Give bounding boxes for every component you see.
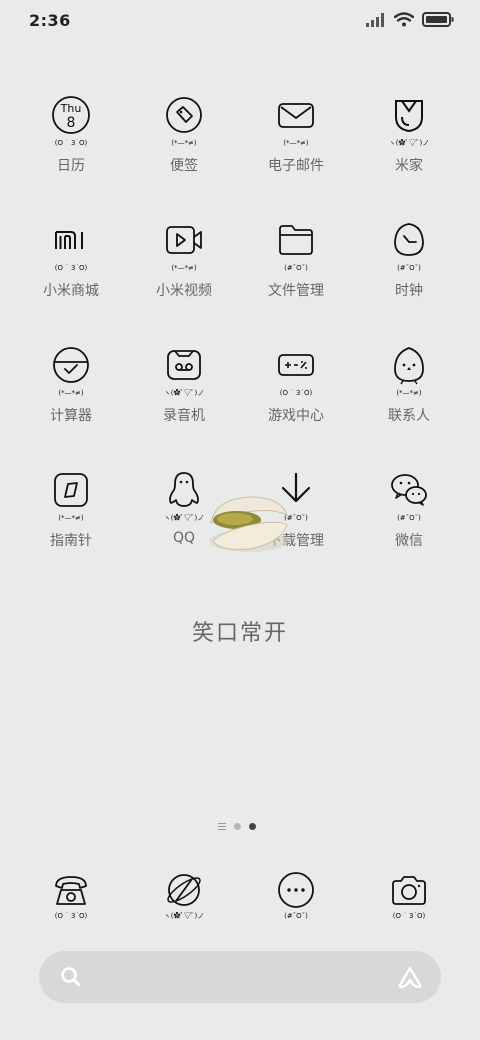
- app-label: 游戏中心: [268, 408, 324, 424]
- app-label: 米家: [395, 158, 423, 174]
- app-label: 计算器: [50, 408, 92, 424]
- assistant-icon[interactable]: [397, 965, 423, 989]
- kaomoji: (*—*≠): [396, 389, 422, 397]
- app-label: 指南针: [50, 533, 92, 549]
- page-dot-2-active: [249, 823, 256, 830]
- svg-text:8: 8: [67, 115, 76, 131]
- dock: (O ˙ 3˙O) ヽ(✿ﾟ▽ﾟ)ノ (#ˇOˇ) (O ˙ 3˙O): [0, 870, 480, 930]
- app-label: 联系人: [388, 408, 430, 424]
- signal-icon: [366, 12, 384, 27]
- app-label: 文件管理: [268, 283, 324, 299]
- widget-page-icon: [218, 823, 226, 830]
- page-dot-1: [234, 823, 241, 830]
- app-wechat[interactable]: (#ˇOˇ) 微信: [353, 470, 465, 550]
- svg-text:Thu: Thu: [60, 102, 82, 115]
- calendar-icon: Thu 8: [52, 96, 90, 134]
- folder-icon: [279, 225, 313, 255]
- search-icon: [61, 967, 81, 987]
- dock-phone[interactable]: (O ˙ 3˙O): [15, 870, 127, 922]
- dock-camera[interactable]: (O ˙ 3˙O): [353, 870, 465, 922]
- app-mijia[interactable]: ヽ(✿ﾟ▽ﾟ)ノ 米家: [353, 95, 465, 175]
- wechat-icon: [391, 474, 427, 506]
- kaomoji: (O ˙ 3˙O): [54, 912, 88, 920]
- clock-icon: [394, 223, 424, 256]
- mijia-icon: [395, 100, 423, 133]
- wifi-icon: [394, 12, 414, 27]
- kaomoji: (*—*≠): [58, 389, 84, 397]
- app-label: 日历: [57, 158, 85, 174]
- mi-store-icon: [55, 231, 83, 249]
- video-icon: [166, 226, 202, 254]
- kaomoji: (O ˙ 3˙O): [54, 139, 88, 147]
- kaomoji: (O ˙ 3˙O): [392, 912, 426, 920]
- app-label: 电子邮件: [268, 158, 324, 174]
- status-icons: [366, 12, 454, 27]
- gamepad-icon: [278, 354, 314, 376]
- battery-icon: [422, 12, 454, 27]
- dock-messages[interactable]: (#ˇOˇ): [240, 870, 352, 922]
- app-files[interactable]: (#ˇOˇ) 文件管理: [240, 220, 352, 300]
- kaomoji: (#ˇOˇ): [397, 264, 421, 272]
- kaomoji: (O ˙ 3˙O): [54, 264, 88, 272]
- kaomoji: ヽ(✿ﾟ▽ﾟ)ノ: [163, 912, 205, 920]
- penguin-icon: [169, 472, 199, 507]
- mail-icon: [278, 103, 314, 128]
- app-notes[interactable]: (*—*≠) 便签: [128, 95, 240, 175]
- recorder-icon: [167, 350, 201, 380]
- contacts-icon: [394, 347, 424, 385]
- kaomoji: (*—*≠): [283, 139, 309, 147]
- page-indicator[interactable]: [218, 823, 256, 830]
- widget-text: 笑口常开: [191, 621, 288, 646]
- status-bar: 2:36: [0, 0, 480, 40]
- app-label: 小米商城: [43, 283, 99, 299]
- compass-icon: [54, 473, 88, 507]
- kaomoji: (#ˇOˇ): [284, 912, 308, 920]
- app-compass[interactable]: (*—*≠) 指南针: [15, 470, 127, 550]
- app-calculator[interactable]: (*—*≠) 计算器: [15, 345, 127, 425]
- messages-icon: [278, 872, 314, 908]
- app-label: 微信: [395, 533, 423, 549]
- app-label: 时钟: [395, 283, 423, 299]
- pistachio-sticker: [209, 496, 289, 552]
- notes-icon: [166, 97, 202, 133]
- app-recorder[interactable]: ヽ(✿ﾟ▽ﾟ)ノ 录音机: [128, 345, 240, 425]
- app-mi-store[interactable]: (O ˙ 3˙O) 小米商城: [15, 220, 127, 300]
- kaomoji: (*—*≠): [58, 514, 84, 522]
- phone-icon: [55, 876, 87, 905]
- dock-browser[interactable]: ヽ(✿ﾟ▽ﾟ)ノ: [128, 870, 240, 922]
- calculator-icon: [53, 347, 89, 383]
- app-label: 录音机: [163, 408, 205, 424]
- app-contacts[interactable]: (*—*≠) 联系人: [353, 345, 465, 425]
- app-game-center[interactable]: (O ˙ 3˙O) 游戏中心: [240, 345, 352, 425]
- kaomoji: (*—*≠): [171, 264, 197, 272]
- app-mail[interactable]: (*—*≠) 电子邮件: [240, 95, 352, 175]
- app-clock[interactable]: (#ˇOˇ) 时钟: [353, 220, 465, 300]
- app-calendar[interactable]: Thu 8 (O ˙ 3˙O) 日历: [15, 95, 127, 175]
- kaomoji: (#ˇOˇ): [397, 514, 421, 522]
- browser-icon: [167, 874, 201, 906]
- clock-time: 2:36: [29, 11, 71, 30]
- kaomoji: (*—*≠): [171, 139, 197, 147]
- kaomoji: ヽ(✿ﾟ▽ﾟ)ノ: [163, 389, 205, 397]
- camera-icon: [392, 876, 426, 905]
- app-label: 小米视频: [156, 283, 212, 299]
- kaomoji: (O ˙ 3˙O): [279, 389, 313, 397]
- app-video[interactable]: (*—*≠) 小米视频: [128, 220, 240, 300]
- kaomoji: (#ˇOˇ): [284, 264, 308, 272]
- app-label: 便签: [170, 158, 198, 174]
- kaomoji: ヽ(✿ﾟ▽ﾟ)ノ: [388, 139, 430, 147]
- search-bar[interactable]: [39, 951, 441, 1003]
